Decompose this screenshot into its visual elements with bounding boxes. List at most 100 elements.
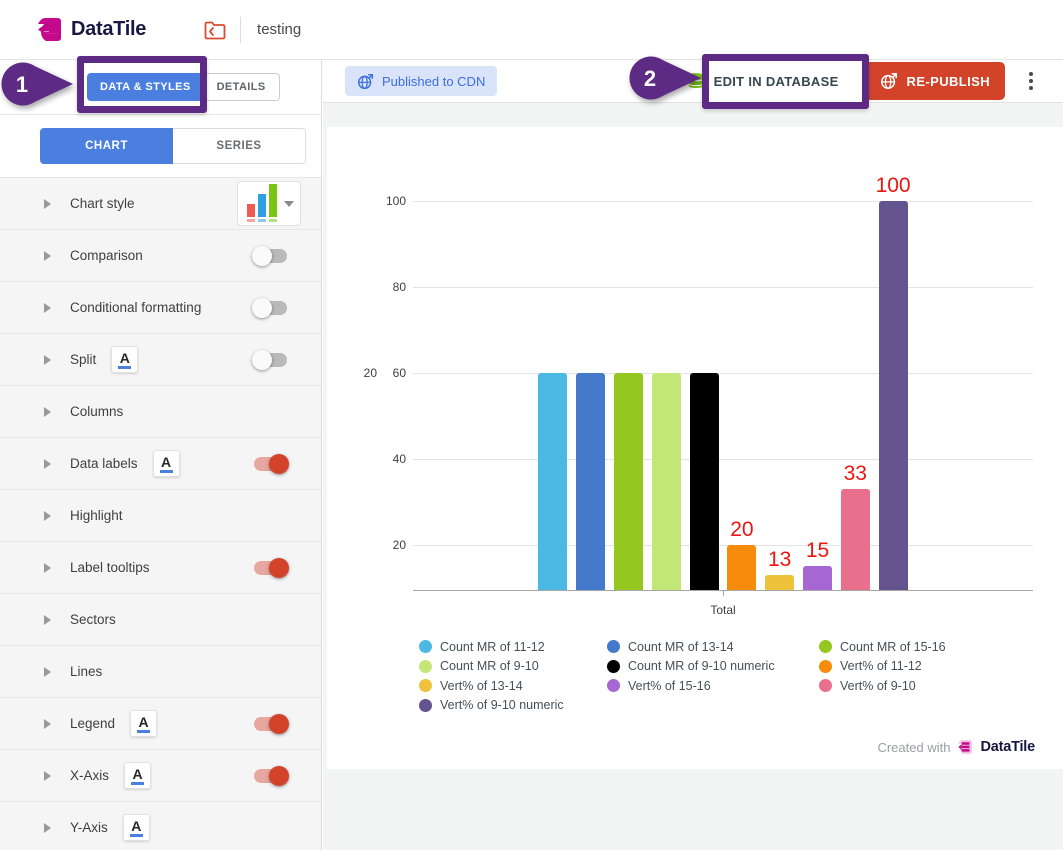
expand-caret-icon[interactable] [44,251,51,261]
chart-card: Count MR of 11-12 Count MR of 13-14 Count … [327,127,1063,769]
font-style-icon[interactable]: A [124,762,151,789]
legend-label: Count MR of 13-14 [628,640,734,654]
chart-style-picker[interactable] [237,181,301,226]
legend-label: Count MR of 15-16 [840,640,946,654]
toggle-knob [252,246,272,266]
published-to-cdn-chip[interactable]: Published to CDN [345,66,497,96]
font-underline [160,470,173,473]
expand-caret-icon[interactable] [44,407,51,417]
bar-count-mr-of-9-10[interactable] [652,373,681,590]
expand-caret-icon[interactable] [44,303,51,313]
edit-in-database-button[interactable]: EDIT IN DATABASE [673,62,853,100]
font-style-icon[interactable]: A [130,710,157,737]
sidebar-row-x-axis[interactable]: X-AxisA [0,750,321,802]
sidebar-row-legend[interactable]: LegendA [0,698,321,750]
font-underline [118,366,131,369]
bar-count-mr-of-11-12[interactable] [538,373,567,590]
folder-back-icon[interactable] [204,20,226,40]
bar-vert-of-13-14[interactable] [765,575,794,590]
sidebar-row-label: Comparison [70,248,143,263]
toggle-legend-on[interactable] [252,714,289,734]
expand-caret-icon[interactable] [44,511,51,521]
legend-color-dot [607,640,620,653]
toggle-split-off[interactable] [252,350,289,370]
subtab-series[interactable]: SERIES [173,128,306,164]
bar-vert-of-9-10-numeric[interactable] [879,201,908,590]
sidebar-row-label: Y-Axis [70,820,108,835]
sidebar-row-conditional-formatting[interactable]: Conditional formatting [0,282,321,334]
sidebar-row-comparison[interactable]: Comparison [0,230,321,282]
sidebar-row-data-labels[interactable]: Data labels A [0,438,321,490]
expand-caret-icon[interactable] [44,719,51,729]
bar-vert-of-9-10[interactable] [841,489,870,590]
legend-label: Count MR of 11-12 [440,640,545,654]
legend-color-dot [419,640,432,653]
toggle-label-tooltips-on[interactable] [252,558,289,578]
legend-label: Vert% of 15-16 [628,679,711,693]
footer-datatile-logo-icon [957,739,973,755]
more-options-kebab-menu[interactable] [1023,66,1039,96]
subtab-chart[interactable]: CHART [40,128,173,164]
toggle-knob [269,454,289,474]
breadcrumb[interactable]: testing [257,21,301,38]
chevron-down-icon[interactable] [284,201,294,207]
bar-chart-style-icon [247,186,277,222]
bar-vert-of-15-16[interactable] [803,566,832,590]
sidebar-row-label: Sectors [70,612,116,627]
top-nav: DataTile testing [0,0,1063,60]
re-publish-button[interactable]: RE-PUBLISH [865,62,1005,100]
expand-caret-icon[interactable] [44,667,51,677]
sidebar-subtab-bar: CHART SERIES [0,115,321,178]
legend-item-vert-of-15-16: Vert% of 15-16 [607,676,819,696]
toggle-knob [269,558,289,578]
font-style-icon[interactable]: A [123,814,150,841]
expand-caret-icon[interactable] [44,615,51,625]
font-a-glyph: A [161,455,171,469]
expand-caret-icon[interactable] [44,459,51,469]
bar-count-mr-of-13-14[interactable] [576,373,605,590]
legend-item-vert-of-9-10-numeric: Vert% of 9-10 numeric [419,696,607,716]
legend-color-dot [819,679,832,692]
nav-divider [240,17,241,43]
legend-color-dot [819,660,832,673]
x-axis-category-label: Total [683,603,763,617]
tab-details[interactable]: DETAILS [204,73,280,101]
font-style-icon[interactable]: A [111,346,138,373]
expand-caret-icon[interactable] [44,355,51,365]
sidebar-row-highlight[interactable]: Highlight [0,490,321,542]
bar-count-mr-of-9-10-numeric[interactable] [690,373,719,590]
legend-color-dot [607,679,620,692]
font-style-icon[interactable]: A [153,450,180,477]
brand-name: DataTile [71,18,146,41]
sidebar-row-label: Label tooltips [70,560,150,575]
sidebar-row-label: Data labels [70,456,138,471]
legend-color-dot [819,640,832,653]
sidebar-row-y-axis[interactable]: Y-Axis A [0,802,321,850]
font-a-glyph: A [120,351,130,365]
legend-label: Count MR of 9-10 [440,659,539,673]
toggle-data-labels-on[interactable] [252,454,289,474]
sidebar-row-columns[interactable]: Columns [0,386,321,438]
toggle-comparison-off[interactable] [252,246,289,266]
legend-label: Vert% of 11-12 [840,659,922,673]
toggle-conditional-formatting-off[interactable] [252,298,289,318]
sidebar-row-lines[interactable]: Lines [0,646,321,698]
expand-caret-icon[interactable] [44,823,51,833]
sidebar-row-label: Split [70,352,96,367]
sidebar-row-sectors[interactable]: Sectors [0,594,321,646]
sidebar-row-label: Chart style [70,196,135,211]
y-gridline-80 [413,287,1033,288]
expand-caret-icon[interactable] [44,199,51,209]
sidebar-row-chart-style[interactable]: Chart style [0,178,321,230]
expand-caret-icon[interactable] [44,563,51,573]
y-gridline-20 [413,545,1033,546]
font-underline [137,730,150,733]
sidebar-row-label-tooltips[interactable]: Label tooltips [0,542,321,594]
sidebar-row-split[interactable]: Split A [0,334,321,386]
datatile-logo[interactable]: DataTile [36,16,146,43]
tab-data-and-styles[interactable]: DATA & STYLES [87,73,204,101]
toggle-x-axis-on[interactable] [252,766,289,786]
bar-count-mr-of-15-16[interactable] [614,373,643,590]
font-a-glyph: A [131,819,141,833]
expand-caret-icon[interactable] [44,771,51,781]
